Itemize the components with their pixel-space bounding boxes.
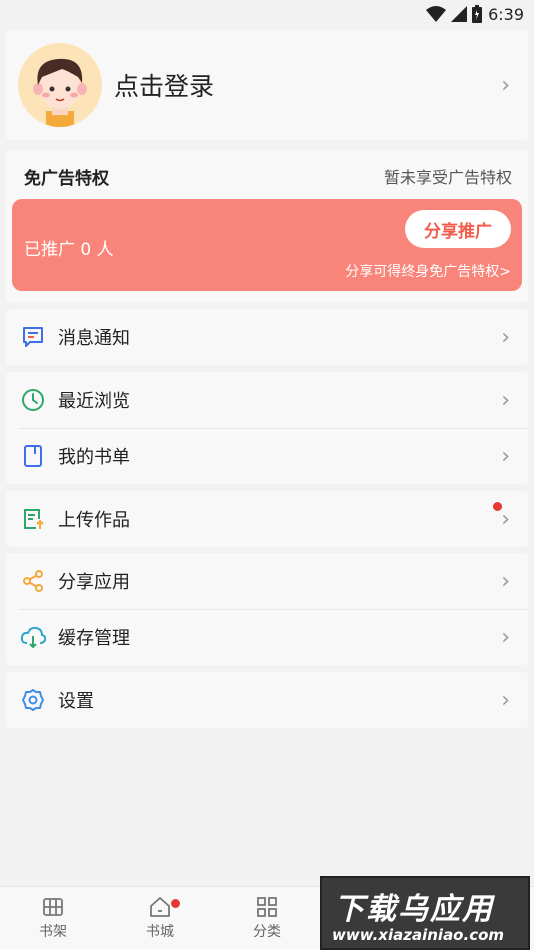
chevron-right-icon: › [501, 387, 510, 413]
menu-label: 上传作品 [58, 510, 130, 531]
menu-label: 我的书单 [58, 447, 130, 468]
ad-privilege-status: 暂未享受广告特权 [383, 168, 512, 187]
avatar-cartoon-boy-icon [33, 58, 87, 127]
promotion-banner[interactable]: 已推广 0 人 分享推广 分享可得终身免广告特权> [12, 199, 522, 291]
cloud-download-icon [20, 624, 46, 650]
menu-group-settings: 设置 › [6, 672, 528, 728]
menu-group-upload: 上传作品 › [6, 491, 528, 547]
notification-badge [171, 899, 180, 908]
tab-bookshelf[interactable]: 书架 [23, 895, 83, 941]
menu-item-share-app[interactable]: 分享应用 › [6, 553, 528, 609]
menu-item-booklist[interactable]: 我的书单 › [6, 428, 528, 484]
watermark-url: www.xiazainiao.com [332, 926, 505, 944]
grid-icon [257, 897, 277, 917]
menu-item-cache[interactable]: 缓存管理 › [6, 609, 528, 665]
profile-card[interactable]: 点击登录 › [6, 30, 528, 140]
watermark-logo: 下载乌应用 www.xiazainiao.com [320, 876, 530, 950]
menu-group-notifications: 消息通知 › [6, 309, 528, 365]
book-icon [20, 443, 46, 469]
menu-label: 消息通知 [58, 328, 130, 349]
menu-label: 分享应用 [58, 572, 130, 593]
promoted-count: 已推广 0 人 [24, 240, 114, 260]
battery-icon [472, 5, 483, 23]
upload-doc-icon [20, 506, 46, 532]
chevron-right-icon: › [501, 72, 510, 98]
chevron-right-icon: › [501, 568, 510, 594]
chevron-right-icon: › [501, 324, 510, 350]
tab-label: 分类 [253, 924, 281, 940]
tab-label: 书城 [146, 924, 174, 940]
tab-bookstore[interactable]: 书城 [130, 895, 190, 941]
tab-category[interactable]: 分类 [237, 895, 297, 941]
ad-privilege-card: 免广告特权 暂未享受广告特权 已推广 0 人 分享推广 分享可得终身免广告特权> [6, 150, 528, 302]
status-bar: 6:39 [0, 0, 534, 28]
signal-icon [451, 6, 468, 22]
login-prompt[interactable]: 点击登录 [114, 67, 214, 103]
message-icon [20, 324, 46, 350]
menu-item-recent[interactable]: 最近浏览 › [6, 372, 528, 428]
promotion-hint-link[interactable]: 分享可得终身免广告特权> [345, 261, 511, 281]
clock-icon [20, 387, 46, 413]
menu-label: 最近浏览 [58, 391, 130, 412]
tab-label: 书架 [39, 924, 67, 940]
home-icon [150, 897, 170, 917]
chevron-right-icon: › [501, 687, 510, 713]
ad-privilege-title: 免广告特权 [24, 168, 109, 189]
menu-item-notifications[interactable]: 消息通知 › [6, 309, 528, 365]
menu-group-reading: 最近浏览 › 我的书单 › [6, 372, 528, 484]
menu-group-tools: 分享应用 › 缓存管理 › [6, 553, 528, 665]
status-time: 6:39 [488, 4, 524, 24]
menu-label: 缓存管理 [58, 628, 130, 649]
share-icon [20, 568, 46, 594]
menu-label: 设置 [58, 691, 94, 712]
watermark-title: 下载乌应用 [334, 892, 494, 927]
chevron-right-icon: › [501, 506, 510, 532]
bookshelf-icon [43, 898, 63, 916]
avatar[interactable] [18, 43, 102, 127]
gear-icon [20, 687, 46, 713]
wifi-icon [426, 6, 447, 22]
menu-item-upload[interactable]: 上传作品 › [6, 491, 528, 547]
chevron-right-icon: › [501, 443, 510, 469]
menu-item-settings[interactable]: 设置 › [6, 672, 528, 728]
share-promote-button[interactable]: 分享推广 [405, 210, 511, 248]
chevron-right-icon: › [501, 624, 510, 650]
